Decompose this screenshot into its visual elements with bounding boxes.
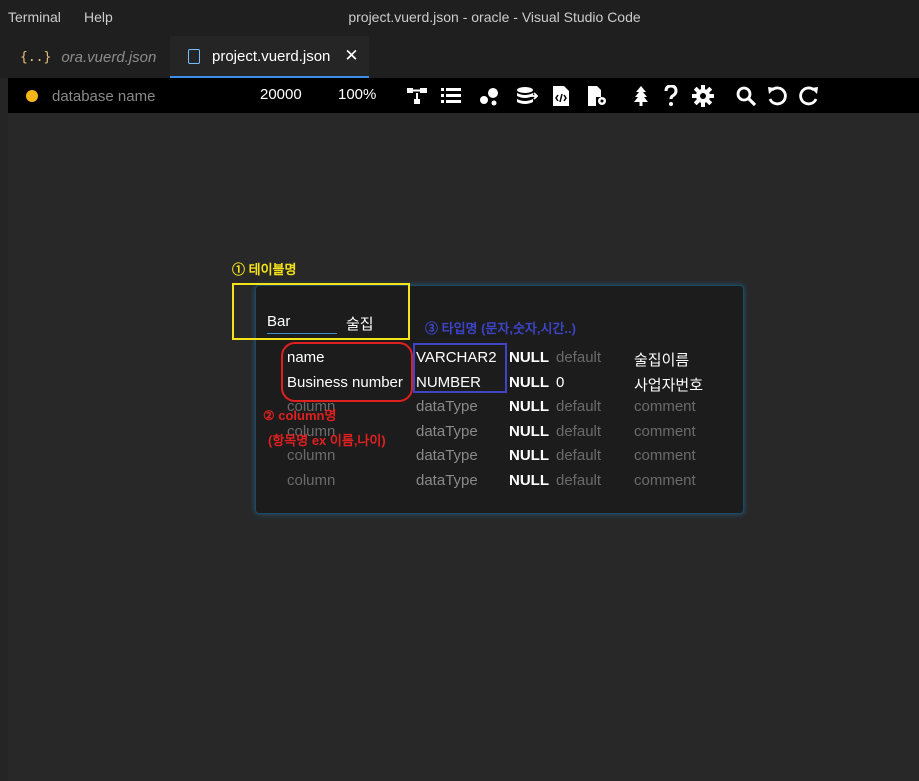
canvas-size-input[interactable]: 20000 [260,86,302,103]
undo-icon[interactable] [766,85,788,107]
title-bar: Terminal Help project.vuerd.json - oracl… [0,0,919,36]
column-comment[interactable]: comment [634,423,696,440]
column-name[interactable]: column [287,472,335,489]
tab-label: ora.vuerd.json [61,48,157,66]
annotation-column-name-box [281,342,413,402]
zoom-level[interactable]: 100% [338,86,376,103]
column-null[interactable]: NULL [509,374,549,391]
column-datatype[interactable]: dataType [416,398,478,415]
database-name-input[interactable] [50,85,224,107]
column-default[interactable]: default [556,349,601,366]
window-title: project.vuerd.json - oracle - Visual Stu… [348,9,641,25]
redo-icon[interactable] [798,85,820,107]
database-import-icon[interactable] [516,85,538,107]
status-dot [26,90,38,102]
tab-label: project.vuerd.json [212,47,331,65]
close-icon[interactable]: ✕ [344,46,358,66]
column-datatype[interactable]: dataType [416,472,478,489]
search-icon[interactable] [735,85,757,107]
column-null[interactable]: NULL [509,398,549,415]
column-name[interactable]: column [287,447,335,464]
column-datatype[interactable]: dataType [416,447,478,464]
column-default[interactable]: default [556,398,601,415]
annotation-type-name-label: ③ 타입명 (문자,숫자,시간..) [425,321,576,336]
gear-icon[interactable] [692,85,714,107]
column-default[interactable]: default [556,447,601,464]
annotation-column-name-label: ② column명 [263,408,337,423]
relationship-icon[interactable] [406,85,428,107]
erd-toolbar: 20000 100% [8,78,919,113]
file-icon [188,48,200,64]
list-icon[interactable] [440,85,462,107]
visualization-icon[interactable] [478,85,500,107]
settings-file-icon[interactable] [586,85,608,107]
help-icon[interactable] [660,85,682,107]
annotation-type-name-box [413,343,507,393]
column-comment[interactable]: 술집이름 [634,349,689,370]
column-default[interactable]: 0 [556,374,564,391]
annotation-column-name-sublabel: (항목명 ex 이름,나이) [268,433,386,448]
column-null[interactable]: NULL [509,423,549,440]
column-comment[interactable]: comment [634,472,696,489]
column-comment[interactable]: comment [634,398,696,415]
column-comment[interactable]: comment [634,447,696,464]
tree-icon[interactable] [630,85,652,107]
sql-export-icon[interactable] [550,85,572,107]
column-null[interactable]: NULL [509,447,549,464]
column-datatype[interactable]: dataType [416,423,478,440]
json-file-icon: {..} [20,49,52,65]
annotation-table-name-box [232,283,410,340]
tab-project-vuerd[interactable]: project.vuerd.json ✕ [170,36,369,78]
editor-tab-bar: {..} ora.vuerd.json project.vuerd.json ✕ [0,36,919,78]
column-null[interactable]: NULL [509,349,549,366]
column-comment[interactable]: 사업자번호 [634,374,703,395]
tab-ora-vuerd[interactable]: {..} ora.vuerd.json [8,36,168,78]
column-default[interactable]: default [556,423,601,440]
annotation-table-name-label: ① 테이블명 [232,262,297,277]
column-default[interactable]: default [556,472,601,489]
column-null[interactable]: NULL [509,472,549,489]
